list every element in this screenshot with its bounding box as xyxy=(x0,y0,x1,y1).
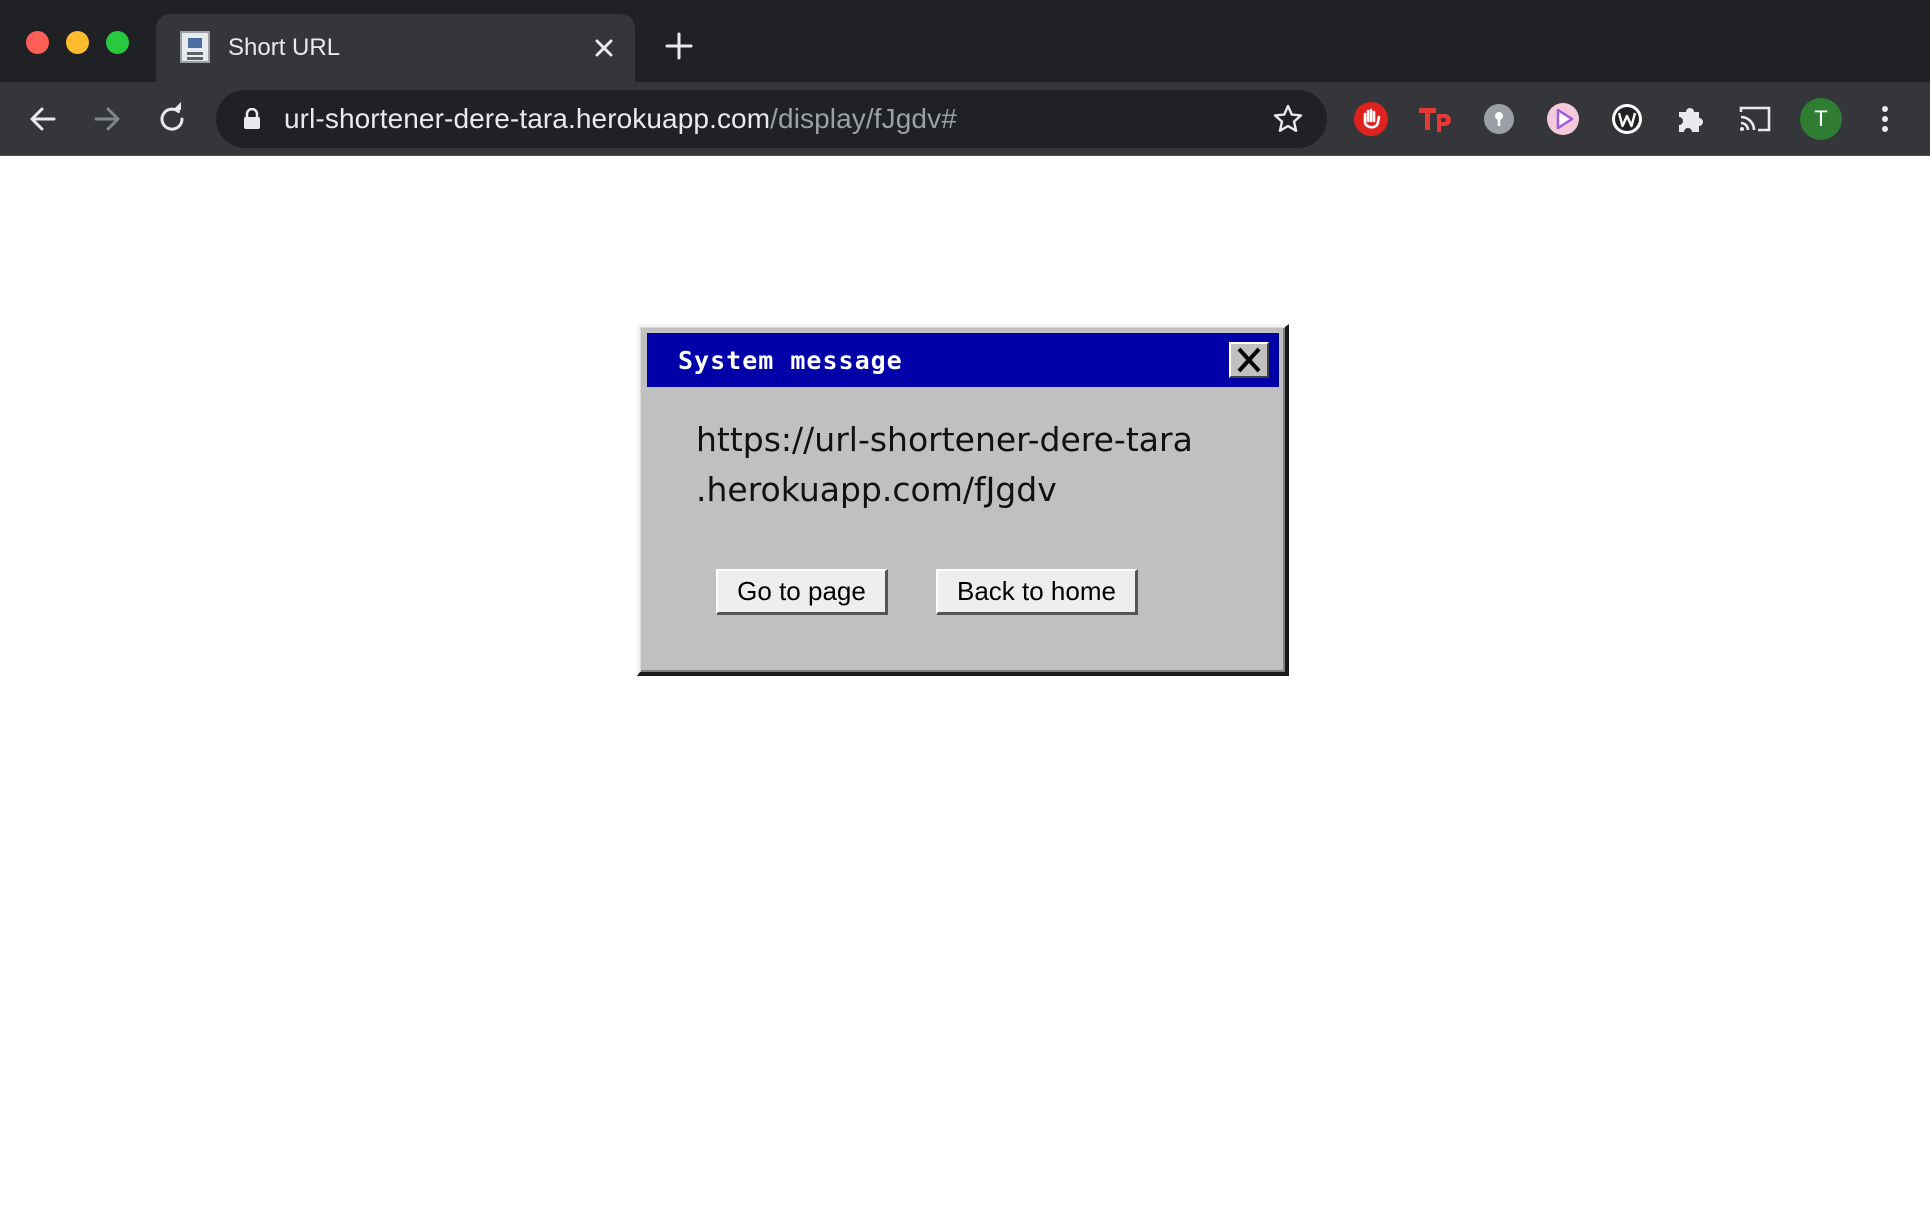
address-bar[interactable]: url-shortener-dere-tara.herokuapp.com/di… xyxy=(216,90,1327,148)
go-to-page-button[interactable]: Go to page xyxy=(716,569,888,615)
back-button[interactable] xyxy=(24,100,62,138)
tab-close-button[interactable] xyxy=(589,33,619,63)
reload-button[interactable] xyxy=(153,100,191,138)
circle-pin-icon[interactable] xyxy=(1480,100,1518,138)
minimize-window-button[interactable] xyxy=(66,31,89,54)
browser-toolbar: url-shortener-dere-tara.herokuapp.com/di… xyxy=(0,82,1930,156)
tp-icon[interactable] xyxy=(1416,100,1454,138)
forward-button[interactable] xyxy=(88,100,126,138)
arrow-left-icon xyxy=(30,107,56,131)
new-tab-button[interactable] xyxy=(663,30,695,62)
close-icon xyxy=(1237,347,1261,373)
bookmark-star-icon[interactable] xyxy=(1271,102,1305,136)
maximize-window-button[interactable] xyxy=(106,31,129,54)
system-message-dialog: System message https://url-shortener-der… xyxy=(637,324,1289,676)
message-line: .herokuapp.com/fJgdv xyxy=(696,470,1057,509)
play-icon[interactable] xyxy=(1544,100,1582,138)
reload-icon xyxy=(160,102,184,131)
lock-icon[interactable] xyxy=(242,108,262,130)
plus-icon xyxy=(665,32,693,60)
close-window-button[interactable] xyxy=(26,31,49,54)
tab-strip: Short URL xyxy=(0,0,1930,82)
more-vertical-icon xyxy=(1882,106,1888,132)
hand-stop-icon[interactable] xyxy=(1352,100,1390,138)
message-line: https://url-shortener-dere-tara xyxy=(696,420,1193,459)
browser-tab[interactable]: Short URL xyxy=(156,14,635,82)
dialog-titlebar: System message xyxy=(647,333,1279,387)
profile-avatar[interactable]: T xyxy=(1800,98,1842,140)
url-path: /display/fJgdv# xyxy=(770,103,957,134)
puzzle-icon[interactable] xyxy=(1672,100,1710,138)
back-to-home-button[interactable]: Back to home xyxy=(936,569,1138,615)
url-text[interactable]: url-shortener-dere-tara.herokuapp.com/di… xyxy=(284,103,957,135)
dialog-title: System message xyxy=(678,346,903,375)
dialog-close-button[interactable] xyxy=(1229,342,1269,378)
tab-title: Short URL xyxy=(228,34,341,61)
arrow-right-icon xyxy=(94,107,120,131)
w-icon[interactable] xyxy=(1608,100,1646,138)
cast-icon[interactable] xyxy=(1736,100,1774,138)
short-url-message: https://url-shortener-dere-tara .herokua… xyxy=(696,415,1256,515)
close-icon xyxy=(595,39,613,57)
menu-button[interactable] xyxy=(1866,100,1904,138)
url-host: url-shortener-dere-tara.herokuapp.com xyxy=(284,103,771,134)
computer-icon xyxy=(180,31,210,63)
